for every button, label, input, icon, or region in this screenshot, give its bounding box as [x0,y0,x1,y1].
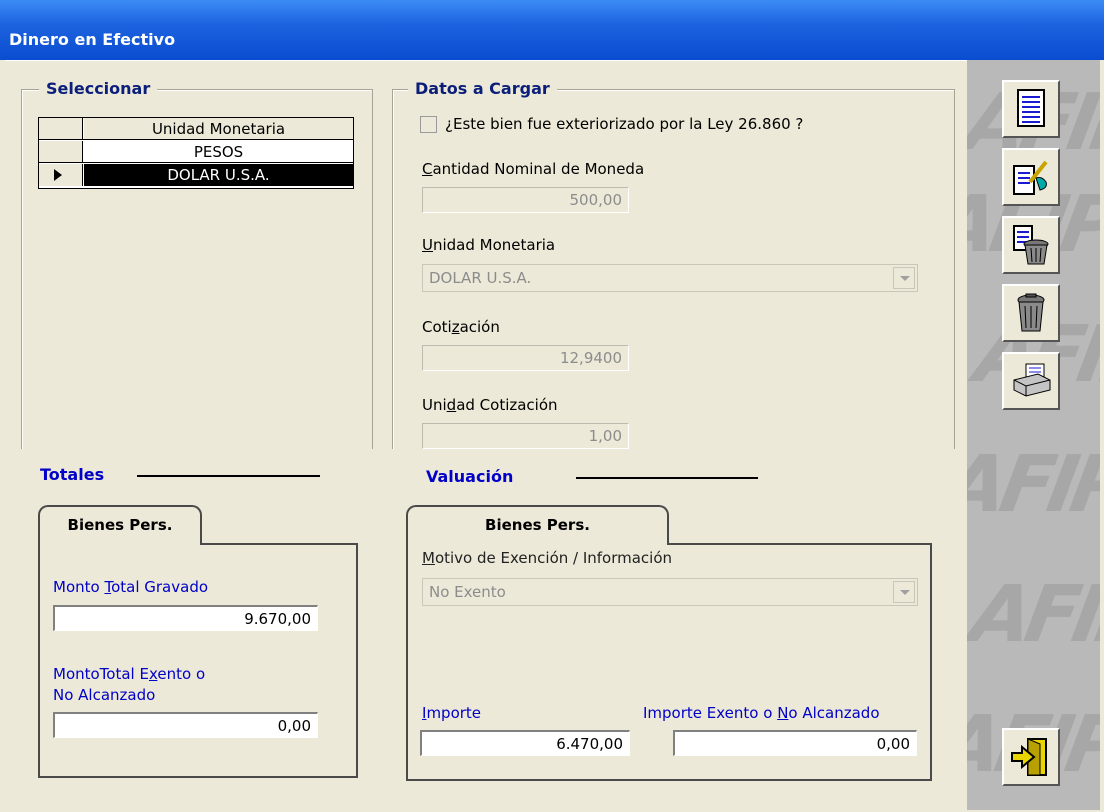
afip-watermark: AFIP [967,440,1100,530]
grid-cell[interactable]: DOLAR U.S.A. [84,164,353,186]
table-row[interactable]: PESOS [39,141,353,163]
importe-label: Importe [422,704,482,722]
totales-heading: Totales [40,465,105,484]
divider [576,477,758,479]
edit-button[interactable] [1002,148,1060,206]
monto-gravado-label: Monto Total Gravado [53,578,209,596]
cotizacion-label: Cotización [422,318,500,336]
grid-cell[interactable]: PESOS [84,141,353,162]
edit-icon [1013,160,1048,195]
seleccionar-legend: Seleccionar [39,79,158,98]
trash-icon [1017,293,1045,332]
exit-door-icon [1011,738,1047,776]
grid-header-row: Unidad Monetaria [39,118,353,140]
motivo-select[interactable]: No Exento [422,578,918,606]
table-row-selected[interactable]: DOLAR U.S.A. [39,164,353,186]
datos-cargar-legend: Datos a Cargar [408,79,557,98]
valuacion-heading: Valuación [426,467,514,486]
importe-exento-field[interactable]: 0,00 [673,730,917,756]
unidad-cotizacion-label: Unidad Cotización [422,396,558,414]
unidad-monetaria-select[interactable]: DOLAR U.S.A. [422,264,918,292]
monto-exento-label-line2: No Alcanzado [53,686,156,704]
delete-list-icon [1013,225,1049,265]
exit-button[interactable] [1002,728,1060,786]
chevron-down-icon[interactable] [893,581,915,603]
currency-grid[interactable]: Unidad Monetaria PESOS DOLAR U.S.A. [38,117,354,189]
cotizacion-field[interactable]: 12,9400 [422,345,629,371]
importe-exento-label: Importe Exento o No Alcanzado [643,704,880,722]
afip-watermark: AFIP [967,570,1100,660]
cantidad-field[interactable]: 500,00 [422,187,629,213]
chevron-down-icon[interactable] [893,267,915,289]
ley-checkbox[interactable] [420,116,437,133]
printer-icon [1013,363,1051,397]
window-title-bar[interactable]: Dinero en Efectivo [0,0,1104,60]
cantidad-label: Cantidad Nominal de Moneda [422,160,645,178]
tab-bienes-pers-totales[interactable]: Bienes Pers. [38,505,202,545]
monto-exento-label-line1: MontoTotal Exento o [53,665,206,683]
ley-checkbox-label: ¿Este bien fue exteriorizado por la Ley … [445,115,804,133]
list-icon [1017,89,1045,127]
monto-exento-field[interactable]: 0,00 [53,712,318,738]
motivo-label: Motivo de Exención / Información [422,549,673,567]
print-button[interactable] [1002,352,1060,410]
unidad-monetaria-label: Unidad Monetaria [422,236,556,254]
tab-bienes-pers-valuacion[interactable]: Bienes Pers. [406,505,669,545]
divider [137,475,320,477]
monto-gravado-field[interactable]: 9.670,00 [53,605,318,631]
delete-record-button[interactable] [1002,216,1060,274]
row-pointer-icon [54,169,62,181]
list-button[interactable] [1002,80,1060,138]
window-title: Dinero en Efectivo [9,30,176,49]
importe-field[interactable]: 6.470,00 [420,730,630,756]
delete-button[interactable] [1002,284,1060,342]
unidad-cotizacion-field[interactable]: 1,00 [422,423,629,449]
grid-column-header[interactable]: Unidad Monetaria [84,118,353,139]
